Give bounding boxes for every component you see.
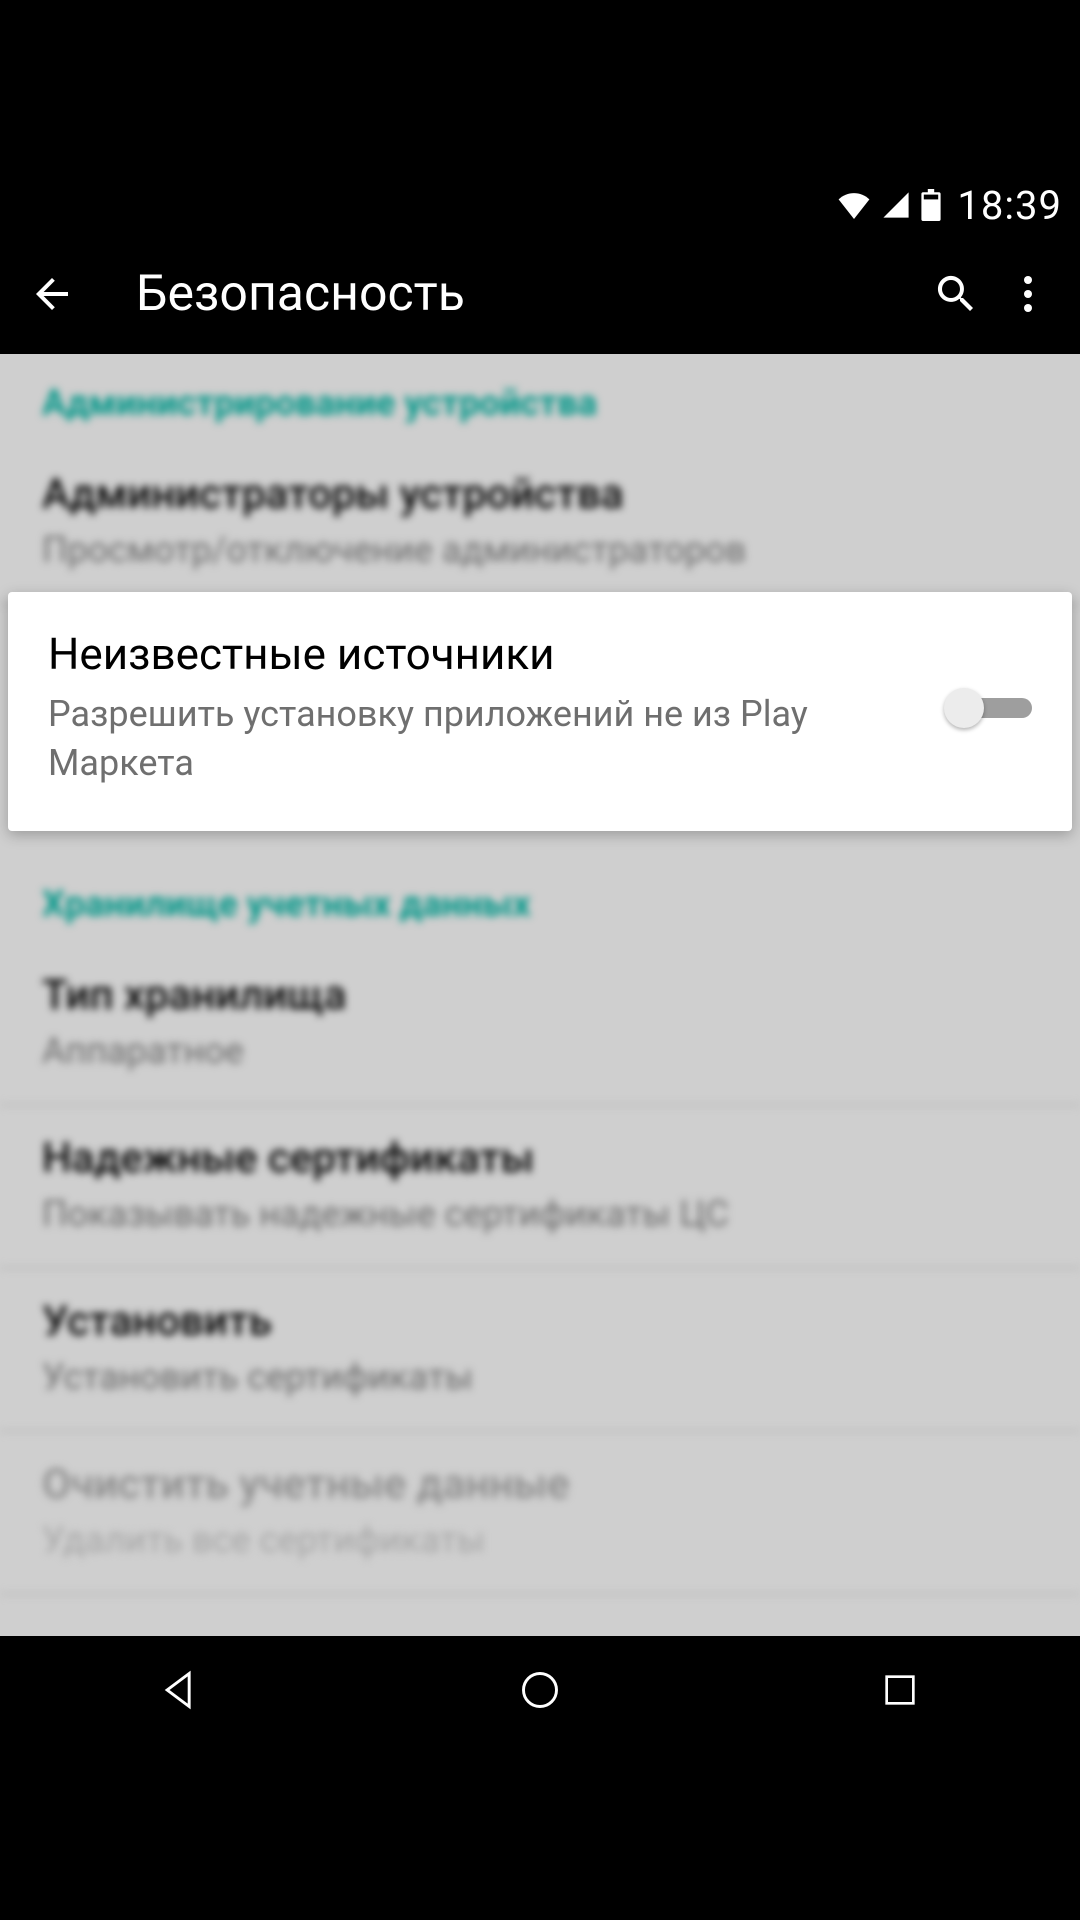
item-title: Администраторы устройства — [42, 470, 1038, 519]
letterbox-bottom — [0, 1744, 1080, 1920]
navigation-bar — [0, 1636, 1080, 1744]
page-title: Безопасность — [88, 265, 920, 323]
item-subtitle: Просмотр/отключение администраторов — [42, 529, 1038, 571]
unknown-sources-text: Неизвестные источники Разрешить установк… — [48, 628, 944, 787]
search-button[interactable] — [920, 258, 992, 330]
screen-frame: 18:39 Безопасность Администрирование уст… — [0, 0, 1080, 1920]
letterbox-top — [0, 0, 1080, 176]
nav-back-button[interactable] — [100, 1650, 260, 1730]
item-subtitle: Разрешить установку приложений не из Pla… — [48, 690, 920, 787]
item-subtitle: Показывать надежные сертификаты ЦС — [42, 1193, 1038, 1235]
item-subtitle: Установить сертификаты — [42, 1356, 1038, 1398]
cellular-icon — [881, 191, 911, 219]
settings-content[interactable]: Администрирование устройства Администрат… — [0, 354, 1080, 1636]
item-title: Надежные сертификаты — [42, 1134, 1038, 1183]
status-bar: 18:39 — [0, 176, 1080, 234]
wifi-icon — [837, 191, 871, 219]
switch-thumb — [944, 688, 984, 728]
item-title: Тип хранилища — [42, 971, 1038, 1020]
status-time: 18:39 — [957, 182, 1062, 229]
phone-viewport: 18:39 Безопасность Администрирование уст… — [0, 176, 1080, 1744]
unknown-sources-toggle[interactable] — [944, 688, 1032, 728]
back-button[interactable] — [16, 258, 88, 330]
item-title: Очистить учетные данные — [42, 1460, 1038, 1509]
section-header-cred-storage: Хранилище учетных данных — [0, 855, 1080, 943]
item-clear-credentials: Очистить учетные данные Удалить все серт… — [0, 1432, 1080, 1595]
item-unknown-sources[interactable]: Неизвестные источники Разрешить установк… — [8, 592, 1072, 831]
item-trusted-credentials[interactable]: Надежные сертификаты Показывать надежные… — [0, 1106, 1080, 1269]
blurred-background: Администрирование устройства Администрат… — [0, 354, 1080, 1595]
section-header-device-admin: Администрирование устройства — [0, 354, 1080, 442]
item-subtitle: Удалить все сертификаты — [42, 1519, 1038, 1561]
item-install-certs[interactable]: Установить Установить сертификаты — [0, 1269, 1080, 1432]
item-subtitle: Аппаратное — [42, 1030, 1038, 1072]
overflow-button[interactable] — [992, 258, 1064, 330]
item-title: Установить — [42, 1297, 1038, 1346]
app-bar: Безопасность — [0, 234, 1080, 354]
nav-home-button[interactable] — [460, 1650, 620, 1730]
item-storage-type[interactable]: Тип хранилища Аппаратное — [0, 943, 1080, 1106]
item-device-admins[interactable]: Администраторы устройства Просмотр/отклю… — [0, 442, 1080, 605]
item-title: Неизвестные источники — [48, 628, 920, 680]
battery-icon — [921, 189, 941, 221]
nav-recents-button[interactable] — [820, 1650, 980, 1730]
